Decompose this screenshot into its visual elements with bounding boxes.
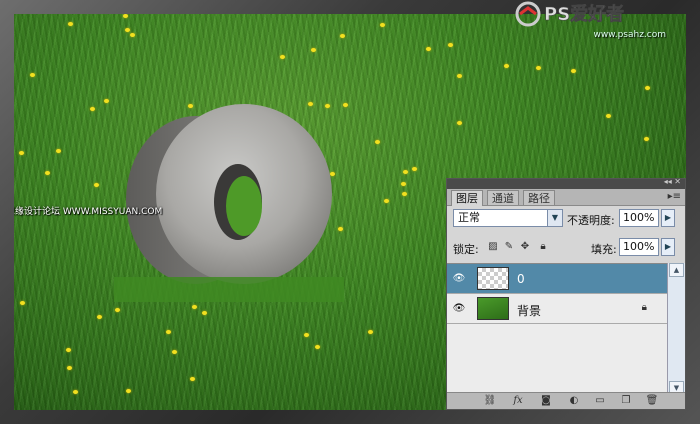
lock-row: 锁定: ▨ ✎ ✥ 🔒︎ 填充: 100% ▶ xyxy=(447,235,685,259)
dandelion xyxy=(125,28,130,32)
dandelion xyxy=(384,199,389,203)
dandelion xyxy=(202,311,207,315)
dandelion xyxy=(448,43,453,47)
dandelion xyxy=(457,121,462,125)
opacity-input[interactable]: 100% xyxy=(619,209,659,227)
svg-text:PS爱好者: PS爱好者 xyxy=(544,3,624,25)
layer-name: 0 xyxy=(517,272,525,286)
dandelion xyxy=(571,69,576,73)
dandelion xyxy=(30,73,35,77)
layers-scrollbar[interactable]: ▲ ▼ xyxy=(667,263,685,395)
logo-url: www.psahz.com xyxy=(593,30,666,40)
layer-row-background[interactable]: 👁︎ 背景 🔒︎ xyxy=(447,294,667,324)
dandelion xyxy=(375,140,380,144)
eye-icon[interactable]: 👁︎ xyxy=(451,272,467,286)
dandelion xyxy=(104,99,109,103)
layer-row-0[interactable]: 👁︎ 0 xyxy=(447,264,667,294)
scroll-up-button[interactable]: ▲ xyxy=(669,263,684,277)
fill-label: 填充: xyxy=(591,243,617,256)
group-icon[interactable]: ▭ xyxy=(593,394,607,408)
dandelion xyxy=(115,308,120,312)
dandelion xyxy=(123,14,128,18)
lock-label: 锁定: xyxy=(453,243,479,256)
layer-list: 👁︎ 0 👁︎ 背景 🔒︎ xyxy=(447,263,667,396)
dandelion xyxy=(380,23,385,27)
dandelion xyxy=(412,167,417,171)
dandelion xyxy=(368,330,373,334)
lock-transparent-icon[interactable]: ▨ xyxy=(487,241,499,253)
panel-titlebar[interactable]: ◂◂ ✕ xyxy=(447,177,685,189)
dandelion xyxy=(94,183,99,187)
dandelion xyxy=(66,348,71,352)
dandelion xyxy=(172,350,177,354)
fx-icon[interactable]: fx xyxy=(511,394,525,408)
dandelion xyxy=(280,55,285,59)
tab-layers[interactable]: 图层 xyxy=(451,190,483,206)
image-frame: 思缘设计论坛 WWW.MISSYUAN.COM PS爱好者 www.psahz.… xyxy=(0,0,700,424)
collapse-icon[interactable]: ◂◂ ✕ xyxy=(664,177,681,186)
dandelion xyxy=(536,66,541,70)
dandelion xyxy=(401,182,406,186)
dandelion xyxy=(90,107,95,111)
adjustment-icon[interactable]: ◐ xyxy=(567,394,581,408)
dandelion xyxy=(426,47,431,51)
dandelion xyxy=(645,86,650,90)
layers-panel: ◂◂ ✕ 图层 通道 路径 ▸≡ 正常 ▼ 不透明度: 100% ▶ 锁定: ▨… xyxy=(446,177,686,410)
dandelion xyxy=(45,171,50,175)
dandelion xyxy=(56,149,61,153)
lock-image-icon[interactable]: ✎ xyxy=(503,241,515,253)
dandelion xyxy=(97,315,102,319)
dandelion xyxy=(504,64,509,68)
layer-thumbnail xyxy=(477,297,509,320)
dandelion xyxy=(20,301,25,305)
dandelion xyxy=(304,333,309,337)
fill-slider-button[interactable]: ▶ xyxy=(661,238,675,256)
dandelion xyxy=(457,74,462,78)
lock-icon: 🔒︎ xyxy=(641,302,647,313)
dandelion xyxy=(644,137,649,141)
new-layer-icon[interactable]: ❐ xyxy=(619,394,633,408)
layer-name: 背景 xyxy=(517,304,542,318)
opacity-slider-button[interactable]: ▶ xyxy=(661,209,675,227)
site-watermark-left: 思缘设计论坛 WWW.MISSYUAN.COM xyxy=(14,207,163,217)
blend-row: 正常 ▼ 不透明度: 100% ▶ xyxy=(447,205,685,231)
tab-paths[interactable]: 路径 xyxy=(523,190,555,205)
panel-footer: ⛓︎ fx ◙ ◐ ▭ ❐ 🗑︎ xyxy=(447,392,685,409)
lock-position-icon[interactable]: ✥ xyxy=(519,241,531,253)
blend-mode-value: 正常 xyxy=(458,211,480,224)
chevron-down-icon: ▼ xyxy=(547,210,562,226)
dandelion xyxy=(73,390,78,394)
dandelion xyxy=(403,170,408,174)
concrete-ring xyxy=(114,104,344,302)
panel-menu-icon[interactable]: ▸≡ xyxy=(668,191,681,202)
opacity-label: 不透明度: xyxy=(567,214,615,227)
tab-channels[interactable]: 通道 xyxy=(487,190,519,205)
dandelion xyxy=(68,22,73,26)
trash-icon[interactable]: 🗑︎ xyxy=(645,394,659,408)
panel-tabs: 图层 通道 路径 ▸≡ xyxy=(447,189,685,206)
dandelion xyxy=(315,345,320,349)
layer-thumbnail xyxy=(477,267,509,290)
dandelion xyxy=(166,330,171,334)
blend-mode-select[interactable]: 正常 ▼ xyxy=(453,209,563,227)
mask-icon[interactable]: ◙ xyxy=(539,394,553,408)
dandelion xyxy=(311,48,316,52)
dandelion xyxy=(402,192,407,196)
dandelion xyxy=(67,366,72,370)
dandelion xyxy=(126,389,131,393)
link-icon[interactable]: ⛓︎ xyxy=(483,394,497,408)
lock-all-icon[interactable]: 🔒︎ xyxy=(537,241,549,253)
dandelion xyxy=(340,34,345,38)
fill-input[interactable]: 100% xyxy=(619,238,659,256)
dandelion xyxy=(190,377,195,381)
eye-icon[interactable]: 👁︎ xyxy=(451,302,467,316)
dandelion xyxy=(130,33,135,37)
dandelion xyxy=(606,114,611,118)
dandelion xyxy=(192,305,197,309)
dandelion xyxy=(19,151,24,155)
